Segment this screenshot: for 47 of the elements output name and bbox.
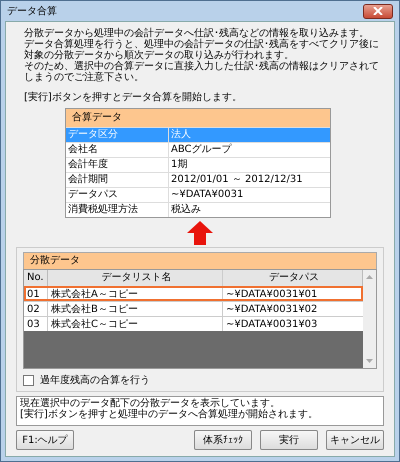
panel-header: 合算データ bbox=[66, 109, 330, 127]
message-text: 現在選択中のデータ配下の分散データを表示しています。 bbox=[20, 398, 281, 409]
table-cell: 03 bbox=[24, 317, 48, 331]
intro-text: そのため、選択中の合算データに直接入力した仕訳･残高の情報はクリアされて bbox=[24, 61, 380, 72]
merged-data-row[interactable]: 会計期間 2012/01/01 ～ 2012/12/31 bbox=[66, 172, 330, 187]
data-row[interactable]: 01 株式会社A～コピー ~¥DATA¥0031¥01 bbox=[24, 286, 363, 301]
instruction-text: [実行]ボタンを押すとデータ合算を開始します。 bbox=[24, 90, 243, 104]
window-title: データ合算 bbox=[7, 5, 58, 18]
merged-data-row[interactable]: 会計年度 1期 bbox=[66, 157, 330, 172]
message-text: [実行]ボタンを押すと処理中のデータへ合算処理が開始されます。 bbox=[20, 409, 319, 420]
intro-text: データ合算処理を行うと、処理中の会計データの仕訳･残高をすべてクリア後に bbox=[24, 39, 380, 50]
table-cell-text: ~¥DATA¥0031¥01 bbox=[225, 288, 318, 301]
table-cell: 消費税処理方法 bbox=[66, 203, 169, 217]
merged-data-row[interactable]: 消費税処理方法 税込み bbox=[66, 202, 330, 217]
table-cell-text: 法人 bbox=[170, 128, 192, 142]
close-button[interactable] bbox=[363, 4, 393, 18]
table-cell: データパス bbox=[66, 188, 169, 202]
data-row[interactable]: 03 株式会社C～コピー ~¥DATA¥0031¥03 bbox=[24, 316, 363, 331]
table-cell-text: ABCグループ bbox=[170, 143, 233, 157]
table-cell-text: 1期 bbox=[170, 158, 188, 172]
merged-data-row[interactable]: 会社名 ABCグループ bbox=[66, 142, 330, 157]
help-button[interactable]: F1:ヘルプ bbox=[16, 430, 74, 450]
action-button[interactable]: 実行 bbox=[260, 430, 318, 450]
action-button[interactable]: 体系ﾁｪｯｸ bbox=[194, 430, 252, 450]
intro-text: 分散データから処理中の会計データへ仕訳･残高などの情報を取り込みます。 bbox=[24, 28, 370, 39]
table-cell: 会計年度 bbox=[66, 158, 169, 172]
close-icon bbox=[373, 7, 383, 15]
table-cell-text: 2012/01/01 ～ 2012/12/31 bbox=[170, 173, 304, 187]
scroll-up-icon[interactable] bbox=[366, 275, 373, 279]
table-cell-text: ~¥DATA¥0031¥03 bbox=[225, 318, 318, 331]
scroll-down-icon[interactable] bbox=[366, 359, 373, 363]
table-cell: 株式会社C～コピー bbox=[48, 317, 223, 331]
table-cell-text: ~¥DATA¥0031 bbox=[170, 188, 244, 202]
panel-header: 分散データ bbox=[23, 252, 377, 269]
table-cell: 会計期間 bbox=[66, 173, 169, 187]
up-arrow-icon bbox=[187, 221, 213, 245]
table-cell: データ区分 bbox=[66, 128, 169, 142]
data-row[interactable]: 02 株式会社B～コピー ~¥DATA¥0031¥02 bbox=[24, 301, 363, 316]
table-cell-text: 税込み bbox=[170, 203, 202, 217]
table-cell: 会社名 bbox=[66, 143, 169, 157]
merged-data-row[interactable]: データパス ~¥DATA¥0031 bbox=[66, 187, 330, 202]
action-button[interactable]: キャンセル bbox=[326, 430, 384, 450]
table-cell-text: ~¥DATA¥0031¥02 bbox=[225, 303, 318, 316]
intro-text: 対象の分散データから順次データの取り込みが行われます。 bbox=[24, 50, 294, 61]
intro-text: しまうのでご注意下さい。 bbox=[24, 72, 145, 83]
checkbox[interactable] bbox=[23, 374, 34, 386]
checkbox-label: 過年度残高の合算を行う bbox=[40, 374, 150, 387]
